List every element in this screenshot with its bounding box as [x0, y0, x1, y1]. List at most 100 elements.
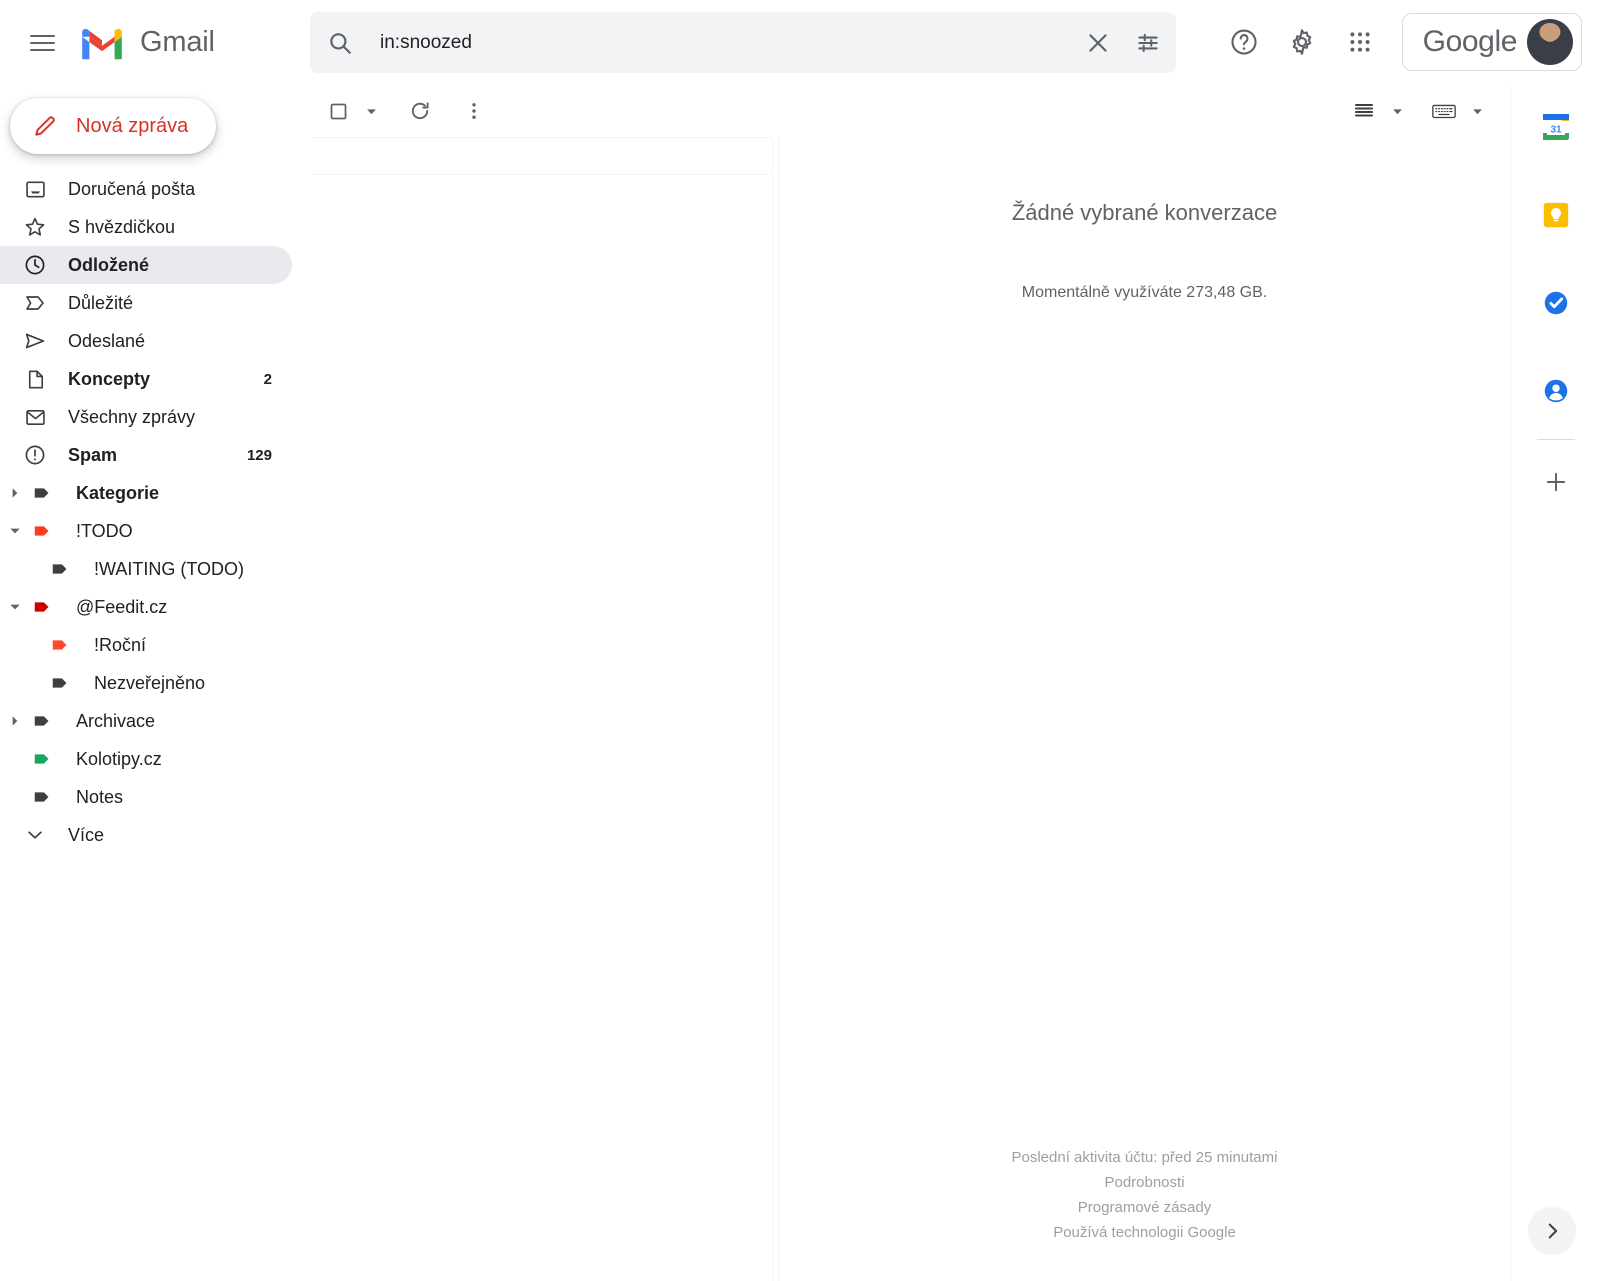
side-panel: 31: [1510, 85, 1600, 1281]
reading-pane: Žádné vybrané konverzace Momentálně využ…: [779, 137, 1510, 1281]
sidebar-item-archivace[interactable]: Archivace: [0, 702, 292, 740]
conversation-list-pane: [300, 137, 772, 1281]
sidebar-item-label: Nezveřejněno: [94, 672, 206, 693]
gmail-brand[interactable]: Gmail: [78, 25, 215, 61]
select-all-checkbox[interactable]: [316, 89, 360, 133]
sidebar-nav: Doručená pošta S hvězdičkou Odložené Důl…: [0, 170, 300, 854]
important-icon: [18, 291, 52, 315]
sidebar-item-label: !Roční: [94, 634, 147, 655]
top-right-actions: Google: [1218, 8, 1582, 76]
sidebar-item-drafts[interactable]: Koncepty 2: [0, 360, 292, 398]
sidebar-item-label: Všechny zprávy: [68, 406, 196, 427]
sidebar-item-label: Kategorie: [76, 482, 160, 503]
sidebar-item-label: !WAITING (TODO): [94, 558, 244, 579]
sidebar-item-more[interactable]: Více: [0, 816, 292, 854]
mail-icon: [18, 406, 52, 429]
apps-grid-icon[interactable]: [1334, 16, 1386, 68]
clock-icon: [18, 253, 52, 277]
sidebar-item-label: Důležité: [68, 292, 134, 313]
sidebar-item-snoozed[interactable]: Odložené: [0, 246, 292, 284]
display-density-icon[interactable]: [1342, 89, 1386, 133]
google-tasks-icon[interactable]: [1528, 275, 1584, 331]
refresh-button[interactable]: [398, 89, 442, 133]
sidebar-item-label: S hvězdičkou: [68, 216, 176, 237]
no-conversation-message: Žádné vybrané konverzace: [1011, 200, 1278, 225]
gmail-logo-icon: [82, 28, 122, 59]
chevron-right-icon[interactable]: [4, 486, 26, 500]
avatar[interactable]: [1527, 19, 1573, 65]
sidebar: Nová zpráva Doručená pošta S hvězdičkou …: [0, 85, 300, 1281]
label-icon: [26, 596, 60, 618]
sidebar-item-starred[interactable]: S hvězdičkou: [0, 208, 292, 246]
select-all-chevron-down-icon[interactable]: [360, 105, 382, 118]
toolbar-right-group: [1342, 89, 1488, 133]
sidebar-item-label: Koncepty: [68, 368, 151, 389]
policies-link[interactable]: Programové zásady: [779, 1195, 1510, 1220]
sidebar-item-count: 129: [246, 446, 272, 464]
input-tools-chevron-down-icon[interactable]: [1466, 105, 1488, 118]
sidebar-item-sent[interactable]: Odeslané: [0, 322, 292, 360]
google-keep-icon[interactable]: [1528, 187, 1584, 243]
display-density-group[interactable]: [1342, 89, 1408, 133]
sidebar-item-waiting-todo[interactable]: !WAITING (TODO): [0, 550, 292, 588]
toolbar-left-group: [316, 89, 496, 133]
label-icon: [26, 520, 60, 542]
help-icon[interactable]: [1218, 16, 1270, 68]
more-options-button[interactable]: [452, 89, 496, 133]
brand-label: Gmail: [140, 26, 215, 58]
search-input[interactable]: [362, 31, 1076, 54]
label-icon: [44, 634, 78, 656]
powered-by-text: Používá technologii Google: [1053, 1224, 1236, 1241]
select-all-group[interactable]: [316, 89, 382, 133]
footer: Poslední aktivita účtu: před 25 minutami…: [779, 1145, 1510, 1245]
compose-button[interactable]: Nová zpráva: [10, 98, 217, 154]
sidebar-item-inbox[interactable]: Doručená pošta: [0, 170, 292, 208]
search-icon[interactable]: [318, 21, 362, 65]
sidebar-item-label: Kolotipy.cz: [76, 748, 162, 769]
details-link[interactable]: Podrobnosti: [779, 1170, 1510, 1195]
pane-divider-left: [772, 137, 773, 1281]
google-calendar-icon[interactable]: 31: [1528, 99, 1584, 155]
compose-label: Nová zpráva: [76, 114, 189, 137]
input-tools-group[interactable]: [1422, 89, 1488, 133]
main-menu-icon[interactable]: [18, 19, 66, 67]
sidebar-item-nezverejneno[interactable]: Nezveřejněno: [0, 664, 292, 702]
sidebar-item-label: !TODO: [76, 520, 133, 541]
sidebar-item-label: Notes: [76, 786, 124, 807]
sidebar-item-feedit-cz[interactable]: @Feedit.cz: [0, 588, 292, 626]
draft-icon: [18, 368, 52, 391]
add-addon-button[interactable]: [1528, 454, 1584, 510]
account-chip[interactable]: Google: [1401, 13, 1582, 71]
sidebar-item-label: Doručená pošta: [68, 178, 196, 199]
density-chevron-down-icon[interactable]: [1386, 105, 1408, 118]
sidebar-item-kolotipy-cz[interactable]: Kolotipy.cz: [0, 740, 292, 778]
sidebar-item-todo[interactable]: !TODO: [0, 512, 292, 550]
list-divider-bottom: [312, 174, 772, 175]
list-divider-top: [312, 137, 772, 138]
chevron-right-icon[interactable]: [4, 714, 26, 728]
list-toolbar: [300, 85, 1510, 137]
label-icon: [26, 482, 60, 504]
label-icon: [44, 672, 78, 694]
send-icon: [18, 329, 52, 353]
sidebar-item-important[interactable]: Důležité: [0, 284, 292, 322]
chevron-down-icon[interactable]: [4, 600, 26, 614]
search-options-icon[interactable]: [1126, 21, 1170, 65]
sidebar-item-rocni[interactable]: !Roční: [0, 626, 292, 664]
sidebar-item-label: Více: [68, 824, 105, 845]
expand-side-panel-button[interactable]: [1528, 1207, 1576, 1255]
gear-icon[interactable]: [1276, 16, 1328, 68]
clear-search-icon[interactable]: [1076, 21, 1120, 65]
chevron-right-icon: [1548, 1223, 1558, 1239]
google-contacts-icon[interactable]: [1528, 363, 1584, 419]
chevron-down-icon[interactable]: [4, 524, 26, 538]
sidebar-item-notes[interactable]: Notes: [0, 778, 292, 816]
sidebar-item-all-mail[interactable]: Všechny zprávy: [0, 398, 292, 436]
sidebar-item-kategorie[interactable]: Kategorie: [0, 474, 292, 512]
sidebar-item-spam[interactable]: Spam 129: [0, 436, 292, 474]
search-bar[interactable]: [310, 12, 1176, 73]
keyboard-icon[interactable]: [1422, 89, 1466, 133]
side-panel-divider: [1536, 439, 1575, 440]
label-icon: [26, 786, 60, 808]
svg-text:31: 31: [1550, 125, 1562, 136]
